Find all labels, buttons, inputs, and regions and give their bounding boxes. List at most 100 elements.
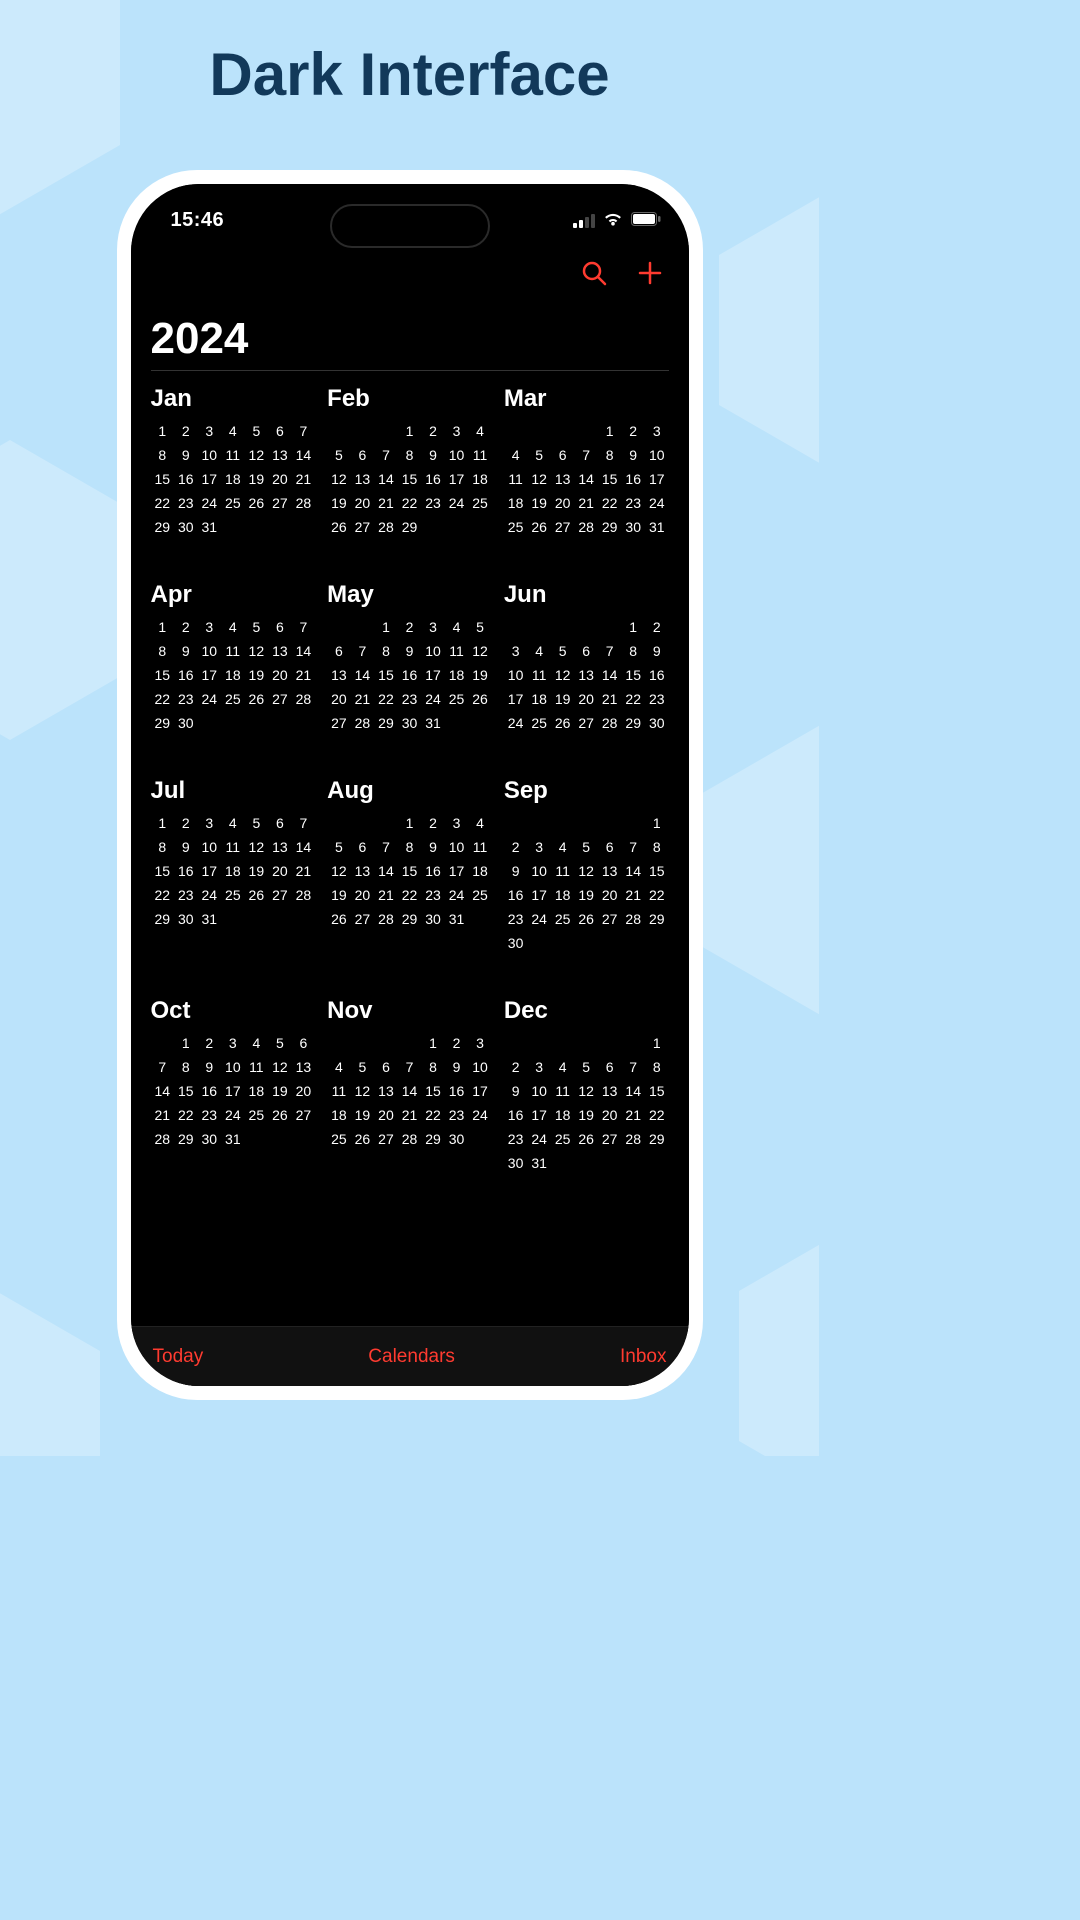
day-cell[interactable]: 7 — [292, 419, 316, 443]
day-cell[interactable]: 22 — [151, 687, 175, 711]
day-cell[interactable]: 16 — [198, 1079, 222, 1103]
inbox-button[interactable]: Inbox — [620, 1346, 666, 1368]
day-cell[interactable]: 1 — [174, 1031, 198, 1055]
day-cell[interactable]: 22 — [421, 1103, 445, 1127]
day-cell[interactable]: 8 — [151, 835, 175, 859]
day-cell[interactable]: 27 — [268, 687, 292, 711]
day-cell[interactable]: 2 — [398, 615, 422, 639]
day-cell[interactable]: 1 — [151, 419, 175, 443]
day-cell[interactable]: 13 — [268, 443, 292, 467]
day-cell[interactable]: 12 — [351, 1079, 375, 1103]
day-cell[interactable]: 17 — [645, 467, 669, 491]
day-cell[interactable]: 24 — [221, 1103, 245, 1127]
day-cell[interactable]: 25 — [468, 883, 492, 907]
day-cell[interactable]: 28 — [151, 1127, 175, 1151]
day-cell[interactable]: 27 — [374, 1127, 398, 1151]
day-cell[interactable]: 25 — [221, 687, 245, 711]
day-cell[interactable]: 4 — [551, 1055, 575, 1079]
day-cell[interactable]: 22 — [598, 491, 622, 515]
day-cell[interactable]: 11 — [221, 443, 245, 467]
day-cell[interactable]: 12 — [574, 859, 598, 883]
day-cell[interactable]: 26 — [468, 687, 492, 711]
day-cell[interactable]: 21 — [151, 1103, 175, 1127]
day-cell[interactable]: 25 — [327, 1127, 351, 1151]
day-cell[interactable]: 24 — [445, 491, 469, 515]
month-jun[interactable]: Jun1234567891011121314151617181920212223… — [504, 581, 669, 735]
day-cell[interactable]: 28 — [574, 515, 598, 539]
day-cell[interactable]: 1 — [374, 615, 398, 639]
day-cell[interactable]: 23 — [198, 1103, 222, 1127]
day-cell[interactable]: 20 — [598, 1103, 622, 1127]
day-cell[interactable]: 10 — [645, 443, 669, 467]
day-cell[interactable]: 11 — [327, 1079, 351, 1103]
day-cell[interactable]: 3 — [504, 639, 528, 663]
day-cell[interactable]: 31 — [198, 515, 222, 539]
day-cell[interactable]: 27 — [574, 711, 598, 735]
day-cell[interactable]: 10 — [468, 1055, 492, 1079]
day-cell[interactable]: 29 — [398, 907, 422, 931]
day-cell[interactable]: 22 — [621, 687, 645, 711]
day-cell[interactable]: 23 — [621, 491, 645, 515]
day-cell[interactable]: 21 — [621, 883, 645, 907]
day-cell[interactable]: 16 — [645, 663, 669, 687]
day-cell[interactable]: 13 — [327, 663, 351, 687]
day-cell[interactable]: 13 — [551, 467, 575, 491]
day-cell[interactable]: 3 — [527, 835, 551, 859]
day-cell[interactable]: 29 — [151, 515, 175, 539]
day-cell[interactable]: 26 — [245, 883, 269, 907]
day-cell[interactable]: 1 — [598, 419, 622, 443]
month-feb[interactable]: Feb1234567891011121314151617181920212223… — [327, 385, 492, 539]
day-cell[interactable]: 17 — [445, 467, 469, 491]
day-cell[interactable]: 1 — [151, 615, 175, 639]
day-cell[interactable]: 16 — [398, 663, 422, 687]
day-cell[interactable]: 30 — [445, 1127, 469, 1151]
day-cell[interactable]: 16 — [174, 663, 198, 687]
day-cell[interactable]: 10 — [445, 835, 469, 859]
day-cell[interactable]: 28 — [351, 711, 375, 735]
day-cell[interactable]: 9 — [174, 835, 198, 859]
day-cell[interactable]: 27 — [327, 711, 351, 735]
day-cell[interactable]: 5 — [527, 443, 551, 467]
day-cell[interactable]: 17 — [527, 1103, 551, 1127]
day-cell[interactable]: 27 — [351, 907, 375, 931]
day-cell[interactable]: 25 — [504, 515, 528, 539]
day-cell[interactable]: 9 — [398, 639, 422, 663]
day-cell[interactable]: 8 — [621, 639, 645, 663]
day-cell[interactable]: 12 — [245, 443, 269, 467]
day-cell[interactable]: 24 — [445, 883, 469, 907]
day-cell[interactable]: 11 — [527, 663, 551, 687]
day-cell[interactable]: 26 — [327, 515, 351, 539]
month-mar[interactable]: Mar1234567891011121314151617181920212223… — [504, 385, 669, 539]
day-cell[interactable]: 7 — [621, 1055, 645, 1079]
day-cell[interactable]: 9 — [504, 1079, 528, 1103]
day-cell[interactable]: 11 — [551, 859, 575, 883]
day-cell[interactable]: 11 — [221, 835, 245, 859]
day-cell[interactable]: 8 — [151, 639, 175, 663]
day-cell[interactable]: 21 — [292, 663, 316, 687]
day-cell[interactable]: 23 — [504, 907, 528, 931]
day-cell[interactable]: 10 — [527, 859, 551, 883]
day-cell[interactable]: 6 — [327, 639, 351, 663]
day-cell[interactable]: 22 — [174, 1103, 198, 1127]
day-cell[interactable]: 16 — [504, 883, 528, 907]
day-cell[interactable]: 26 — [327, 907, 351, 931]
day-cell[interactable]: 1 — [151, 811, 175, 835]
day-cell[interactable]: 20 — [574, 687, 598, 711]
day-cell[interactable]: 21 — [374, 883, 398, 907]
day-cell[interactable]: 8 — [374, 639, 398, 663]
day-cell[interactable]: 29 — [151, 711, 175, 735]
day-cell[interactable]: 9 — [174, 443, 198, 467]
day-cell[interactable]: 4 — [468, 811, 492, 835]
day-cell[interactable]: 21 — [374, 491, 398, 515]
day-cell[interactable]: 11 — [445, 639, 469, 663]
day-cell[interactable]: 7 — [292, 615, 316, 639]
day-cell[interactable]: 29 — [621, 711, 645, 735]
day-cell[interactable]: 5 — [574, 835, 598, 859]
day-cell[interactable]: 3 — [645, 419, 669, 443]
day-cell[interactable]: 15 — [151, 467, 175, 491]
day-cell[interactable]: 21 — [351, 687, 375, 711]
day-cell[interactable]: 9 — [645, 639, 669, 663]
day-cell[interactable]: 5 — [351, 1055, 375, 1079]
day-cell[interactable]: 3 — [198, 419, 222, 443]
day-cell[interactable]: 5 — [551, 639, 575, 663]
